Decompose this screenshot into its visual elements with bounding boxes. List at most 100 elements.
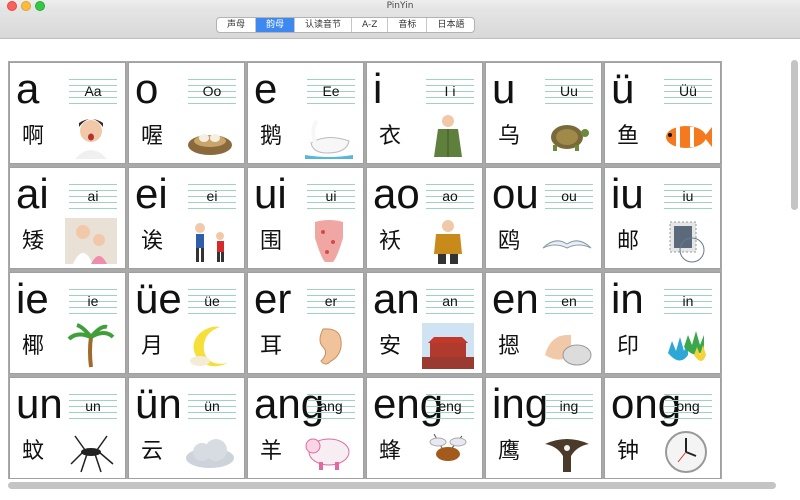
pinyin-large-label: er xyxy=(254,275,292,322)
chinese-character: 安 xyxy=(379,334,402,359)
pinyin-card[interactable]: i I i 衣 xyxy=(366,62,483,164)
app-window: PinYin 声母 韵母 认读音节 A-Z 音标 日本語 a Aa 啊 o Oo 喔 e Ee… xyxy=(0,0,800,500)
pinyin-small-label: Ee xyxy=(322,83,340,99)
pinyin-large-label: ai xyxy=(16,170,49,217)
vertical-scrollbar[interactable] xyxy=(791,60,798,210)
pinyin-card[interactable]: o Oo 喔 xyxy=(128,62,245,164)
horizontal-scrollbar[interactable] xyxy=(8,482,776,489)
writing-guide-line xyxy=(188,103,236,104)
pinyin-card[interactable]: ai ai 矮 xyxy=(9,167,126,269)
chinese-character: 邮 xyxy=(617,229,640,254)
pinyin-card[interactable]: ui ui 围 xyxy=(247,167,364,269)
pinyin-card[interactable]: ao ao 袄 xyxy=(366,167,483,269)
pinyin-large-label: ei xyxy=(135,170,168,217)
tab-yunmu[interactable]: 韵母 xyxy=(256,18,296,32)
chinese-character: 摁 xyxy=(498,334,521,359)
seagull-icon xyxy=(542,240,592,249)
writing-guide-line xyxy=(307,103,355,104)
stamp-icon xyxy=(669,221,705,263)
chinese-character: 啊 xyxy=(22,124,45,149)
writing-guide-line xyxy=(426,313,474,314)
moon-icon xyxy=(190,326,228,367)
pinyin-card[interactable]: ü Üü 鱼 xyxy=(604,62,721,164)
pinyin-card[interactable]: ou ou 鸥 xyxy=(485,167,602,269)
pinyin-small-label: I i xyxy=(444,83,456,99)
pinyin-card[interactable]: en en 摁 xyxy=(485,272,602,374)
pinyin-small-label: ao xyxy=(442,188,458,204)
writing-guide-line xyxy=(188,313,236,314)
pinyin-small-label: iu xyxy=(682,188,694,204)
pinyin-card[interactable]: u Uu 乌 xyxy=(485,62,602,164)
pinyin-large-label: i xyxy=(373,65,383,112)
chinese-character: 鱼 xyxy=(617,124,640,149)
chinese-character: 耳 xyxy=(260,334,283,359)
tab-rendu-yinjie[interactable]: 认读音节 xyxy=(295,18,353,32)
chinese-character: 羊 xyxy=(260,439,283,464)
pinyin-card[interactable]: ün ün 云 xyxy=(128,377,245,479)
chinese-character: 云 xyxy=(141,439,164,464)
pinyin-card[interactable]: eng eng 蜂 xyxy=(366,377,483,479)
pinyin-card[interactable]: e Ee 鹅 xyxy=(247,62,364,164)
pinyin-card[interactable]: in in 印 xyxy=(604,272,721,374)
scarf-icon xyxy=(315,220,343,262)
pinyin-card[interactable]: ing ing 鹰 xyxy=(485,377,602,479)
sheep-icon xyxy=(305,438,350,470)
pinyin-card[interactable]: a Aa 啊 xyxy=(9,62,126,164)
writing-guide-line xyxy=(307,313,355,314)
pinyin-small-label: Üü xyxy=(679,83,697,99)
pinyin-small-label: ong xyxy=(676,398,700,414)
pinyin-card[interactable]: ie ie 椰 xyxy=(9,272,126,374)
tab-yinbiao[interactable]: 音标 xyxy=(388,18,428,32)
tab-japanese[interactable]: 日本語 xyxy=(427,18,474,32)
pinyin-large-label: u xyxy=(492,65,516,112)
tab-segmented-control: 声母 韵母 认读音节 A-Z 音标 日本語 xyxy=(216,17,476,33)
chinese-character: 诶 xyxy=(141,229,164,254)
pinyin-small-label-box: Uu xyxy=(545,79,593,105)
pinyin-large-label: ie xyxy=(16,275,49,322)
pinyin-small-label: ou xyxy=(561,188,577,204)
tab-shengmu[interactable]: 声母 xyxy=(217,18,257,32)
pinyin-card[interactable]: un un 蚊 xyxy=(9,377,126,479)
writing-guide-line xyxy=(307,208,355,209)
pinyin-small-label-box: er xyxy=(307,289,355,315)
kids-playing-icon xyxy=(195,223,224,262)
title-bar: PinYin xyxy=(0,0,800,12)
pinyin-small-label: an xyxy=(442,293,458,309)
pinyin-large-label: in xyxy=(611,275,644,322)
pinyin-card[interactable]: üe üe 月 xyxy=(128,272,245,374)
writing-guide-line xyxy=(69,313,117,314)
pinyin-small-label: ui xyxy=(325,188,337,204)
pinyin-card[interactable]: ang ang 羊 xyxy=(247,377,364,479)
pinyin-small-label: ang xyxy=(319,398,343,414)
pinyin-large-label: ing xyxy=(492,380,549,427)
pinyin-small-label-box: Üü xyxy=(664,79,712,105)
pinyin-small-label-box: ie xyxy=(69,289,117,315)
clownfish-icon xyxy=(666,126,712,148)
turtle-icon xyxy=(551,125,589,151)
chinese-character: 蚊 xyxy=(22,439,45,464)
handprint-icon xyxy=(668,331,706,361)
children-icon xyxy=(65,218,117,264)
pinyin-card[interactable]: iu iu 邮 xyxy=(604,167,721,269)
chinese-character: 衣 xyxy=(379,124,402,149)
writing-guide-line xyxy=(307,418,355,419)
pinyin-small-label-box: ang xyxy=(307,394,355,420)
chinese-character: 鹅 xyxy=(260,124,283,149)
pinyin-card[interactable]: ong ong 钟 xyxy=(604,377,721,479)
pinyin-large-label: en xyxy=(492,275,539,322)
cloud-icon xyxy=(186,439,234,468)
chinese-character: 印 xyxy=(617,334,640,359)
jacket-icon xyxy=(434,220,462,264)
chinese-character: 鹰 xyxy=(498,439,521,464)
pinyin-small-label: ie xyxy=(87,293,99,309)
mosquito-icon xyxy=(70,435,114,473)
pinyin-large-label: un xyxy=(16,380,63,427)
tiananmen-icon xyxy=(422,323,474,369)
pinyin-small-label: eng xyxy=(438,398,462,414)
pinyin-small-label-box: ao xyxy=(426,184,474,210)
pinyin-card[interactable]: er er 耳 xyxy=(247,272,364,374)
pinyin-small-label: in xyxy=(682,293,694,309)
pinyin-card[interactable]: an an 安 xyxy=(366,272,483,374)
tab-a-z[interactable]: A-Z xyxy=(352,18,389,32)
pinyin-card[interactable]: ei ei 诶 xyxy=(128,167,245,269)
